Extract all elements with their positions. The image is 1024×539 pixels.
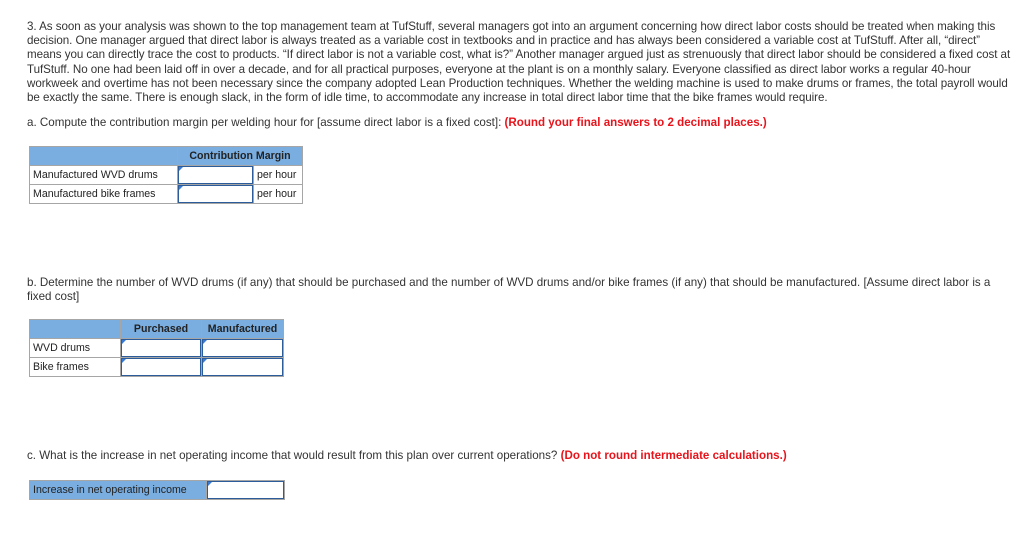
unit-per-hour: per hour: [253, 165, 303, 185]
header-manufactured: Manufactured: [201, 319, 284, 339]
bike-frames-manufactured-cell: [201, 357, 284, 377]
bike-frames-purchased-input[interactable]: [121, 358, 201, 376]
row-label-bike-frames: Bike frames: [29, 357, 121, 377]
increase-noi-input[interactable]: [207, 481, 284, 499]
header-contribution-margin: Contribution Margin: [177, 146, 303, 166]
wvd-drums-manufactured-cell: [201, 338, 284, 358]
cm-bike-frames-input[interactable]: [178, 185, 253, 203]
increase-noi-cell: [206, 480, 285, 500]
table-row: Manufactured bike frames per hour: [29, 184, 303, 204]
row-label-wvd-drums: Manufactured WVD drums: [29, 165, 178, 185]
bike-frames-purchased-cell: [120, 357, 202, 377]
part-a-question: a. Compute the contribution margin per w…: [27, 116, 1017, 130]
table-header-row: Purchased Manufactured: [29, 319, 284, 339]
part-c-question-text: c. What is the increase in net operating…: [27, 449, 561, 462]
problem-intro: 3. As soon as your analysis was shown to…: [27, 20, 1011, 105]
part-a-question-text: a. Compute the contribution margin per w…: [27, 116, 505, 129]
cm-bike-frames-cell: [177, 184, 254, 204]
table-row: Increase in net operating income: [29, 480, 285, 500]
table-row: Bike frames: [29, 357, 284, 377]
cm-wvd-drums-cell: [177, 165, 254, 185]
part-c-question: c. What is the increase in net operating…: [27, 449, 1017, 463]
unit-per-hour: per hour: [253, 184, 303, 204]
part-b-question: b. Determine the number of WVD drums (if…: [27, 276, 991, 304]
header-purchased: Purchased: [120, 319, 202, 339]
bike-frames-manufactured-input[interactable]: [202, 358, 283, 376]
header-blank-cell: [29, 319, 121, 339]
part-a-instruction: (Round your final answers to 2 decimal p…: [504, 116, 767, 129]
wvd-drums-purchased-input[interactable]: [121, 339, 201, 357]
wvd-drums-manufactured-input[interactable]: [202, 339, 283, 357]
header-blank-cell: [29, 146, 178, 166]
row-label-bike-frames: Manufactured bike frames: [29, 184, 178, 204]
wvd-drums-purchased-cell: [120, 338, 202, 358]
contribution-margin-table: Contribution Margin Manufactured WVD dru…: [29, 146, 303, 204]
table-row: WVD drums: [29, 338, 284, 358]
purchase-manufacture-table: Purchased Manufactured WVD drums Bike fr…: [29, 319, 284, 377]
cm-wvd-drums-input[interactable]: [178, 166, 253, 184]
net-income-table: Increase in net operating income: [29, 480, 285, 500]
row-label-increase-noi: Increase in net operating income: [29, 480, 207, 500]
table-header-row: Contribution Margin: [29, 146, 303, 166]
table-row: Manufactured WVD drums per hour: [29, 165, 303, 185]
part-c-instruction: (Do not round intermediate calculations.…: [560, 449, 787, 462]
row-label-wvd-drums: WVD drums: [29, 338, 121, 358]
